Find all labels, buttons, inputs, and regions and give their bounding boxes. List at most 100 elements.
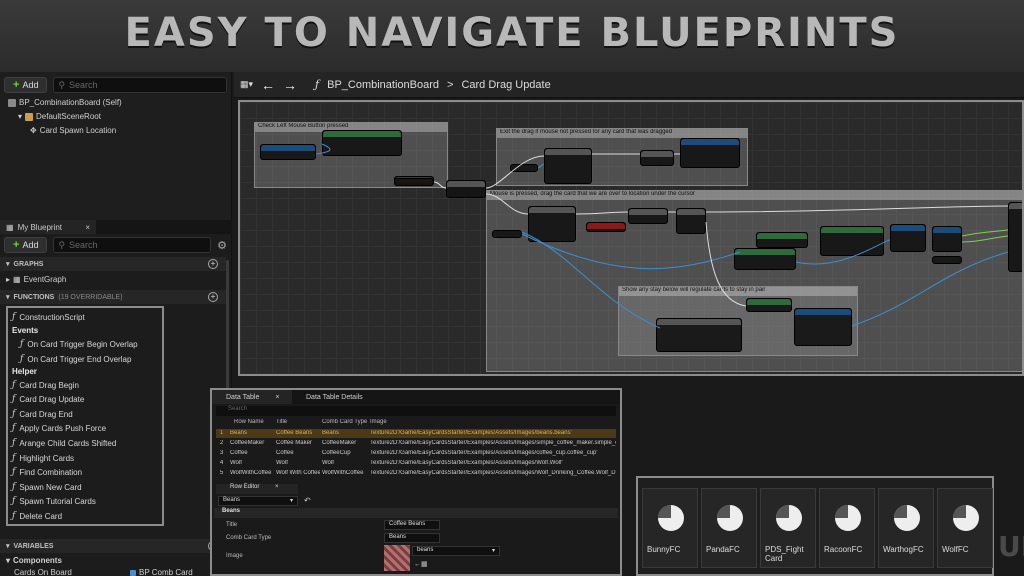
column-header[interactable]: Comb Card Type bbox=[322, 419, 367, 425]
forward-arrow-icon[interactable]: → bbox=[283, 77, 297, 93]
tab-label: Data Table bbox=[226, 393, 260, 401]
cards-panel: BunnyFC PandaFC PDS_Fight Card RacoonFC … bbox=[636, 476, 994, 576]
row-section-header[interactable]: Beans bbox=[214, 508, 618, 518]
close-icon[interactable]: × bbox=[85, 223, 90, 232]
table-header: Row Name Title Comb Card Type Image bbox=[216, 418, 616, 427]
tab-data-table-details[interactable]: Data Table Details bbox=[292, 390, 412, 404]
mybp-toolbar: + Add ⚲ Search ⚙ bbox=[4, 236, 227, 254]
variables-section[interactable]: ▾ VARIABLES + bbox=[0, 539, 226, 553]
function-event-0[interactable]: ƒ On Card Trigger Begin Overlap bbox=[20, 339, 138, 349]
function-helper-5[interactable]: ƒ Highlight Cards bbox=[12, 453, 74, 463]
card-asset[interactable]: PandaFC bbox=[701, 488, 757, 568]
function-icon: ƒ bbox=[12, 394, 16, 404]
tree-item-card-spawn[interactable]: ✥ Card Spawn Location bbox=[30, 126, 116, 135]
tab-my-blueprint[interactable]: ▦ My Blueprint × bbox=[0, 220, 96, 234]
column-header[interactable]: Row Name bbox=[234, 419, 264, 425]
table-row[interactable]: 2 CoffeeMaker Coffee Maker CoffeeMaker T… bbox=[216, 439, 616, 448]
add-graph-icon[interactable]: + bbox=[208, 259, 218, 269]
row-index: 3 bbox=[220, 450, 224, 456]
back-arrow-icon[interactable]: ← bbox=[261, 77, 275, 93]
card-asset[interactable]: WolfFC bbox=[937, 488, 993, 568]
table-row[interactable]: 5 WolfWithCoffee Wolf With Coffee WolfWi… bbox=[216, 469, 616, 478]
close-icon[interactable]: × bbox=[275, 484, 279, 490]
function-icon: ƒ bbox=[12, 482, 16, 492]
row-image: Texture2D'/Game/EasyCardsStarter/Example… bbox=[370, 470, 616, 476]
row-selector-value: Beans bbox=[223, 497, 241, 503]
functions-overridable: (19 OVERRIDABLE) bbox=[58, 293, 123, 301]
pie-icon bbox=[894, 505, 920, 531]
card-asset[interactable]: WarthogFC bbox=[878, 488, 934, 568]
functions-section[interactable]: ▾ FUNCTIONS (19 OVERRIDABLE) + bbox=[0, 290, 226, 304]
components-category[interactable]: ▾ Components bbox=[6, 556, 62, 565]
table-row[interactable]: 3 Coffee Coffee CoffeeCup Texture2D'/Gam… bbox=[216, 449, 616, 458]
chevron-down-icon: ▾ bbox=[289, 498, 293, 504]
function-helper-8[interactable]: ƒ Spawn Tutorial Cards bbox=[12, 496, 96, 506]
add-function-icon[interactable]: + bbox=[208, 292, 218, 302]
scene-root-icon bbox=[25, 112, 34, 121]
browse-icon[interactable]: ←▦ bbox=[414, 560, 428, 568]
function-label: ConstructionScript bbox=[19, 312, 85, 322]
mybp-search[interactable]: ⚲ Search bbox=[53, 237, 212, 253]
data-table-search[interactable]: Search bbox=[216, 406, 616, 416]
column-header[interactable]: Title bbox=[276, 419, 287, 425]
card-asset[interactable]: BunnyFC bbox=[642, 488, 698, 568]
gear-icon[interactable]: ⚙ bbox=[217, 239, 227, 252]
row-section-label: Beans bbox=[222, 508, 241, 514]
function-icon: ƒ bbox=[12, 423, 16, 433]
image-asset-value: beans bbox=[417, 547, 434, 553]
tab-label: My Blueprint bbox=[17, 222, 63, 232]
reset-icon[interactable]: ↶ bbox=[304, 496, 311, 505]
row-type: CoffeeCup bbox=[322, 450, 351, 456]
function-helper-0[interactable]: ƒ Card Drag Begin bbox=[12, 380, 79, 390]
graphs-section[interactable]: ▾ GRAPHS + bbox=[0, 257, 226, 271]
function-event-1[interactable]: ƒ On Card Trigger End Overlap bbox=[20, 354, 131, 364]
image-asset-picker[interactable]: beans ▾ bbox=[412, 546, 500, 556]
blueprint-graph[interactable]: Check Left Mouse Button pressed Exit the… bbox=[238, 100, 1024, 376]
function-helper-2[interactable]: ƒ Card Drag End bbox=[12, 409, 73, 419]
table-row[interactable]: 4 Wolf Wolf Wolf Texture2D'/Game/EasyCar… bbox=[216, 459, 616, 468]
components-panel: + Add ⚲ Search BP_CombinationBoard (Self… bbox=[0, 72, 232, 220]
function-icon: ƒ bbox=[12, 409, 16, 419]
event-graph-item[interactable]: ▸ ▦ EventGraph bbox=[6, 275, 66, 284]
breadcrumb-root[interactable]: BP_CombinationBoard bbox=[327, 79, 439, 91]
tab-data-table[interactable]: Data Table × bbox=[212, 390, 292, 404]
components-search[interactable]: ⚲ Search bbox=[53, 77, 227, 93]
function-construction-script[interactable]: ƒ ConstructionScript bbox=[12, 312, 85, 322]
graph-menu-icon[interactable]: ▦▾ bbox=[240, 79, 253, 90]
function-icon: ƒ bbox=[315, 78, 320, 91]
tree-label: DefaultSceneRoot bbox=[36, 112, 101, 121]
pie-icon bbox=[717, 505, 743, 531]
close-icon[interactable]: × bbox=[275, 394, 279, 401]
breadcrumb-current[interactable]: Card Drag Update bbox=[461, 79, 550, 91]
variable-type: BP Comb Card bbox=[130, 568, 193, 576]
add-member-button[interactable]: + Add bbox=[4, 237, 48, 253]
add-label: Add bbox=[22, 240, 39, 250]
add-component-button[interactable]: + Add bbox=[4, 77, 48, 93]
column-header[interactable]: Image bbox=[370, 419, 387, 425]
data-table-panel: Data Table × Data Table Details Search R… bbox=[210, 388, 622, 576]
function-helper-6[interactable]: ƒ Find Combination bbox=[12, 467, 82, 477]
variable-cards-on-board[interactable]: Cards On Board bbox=[14, 568, 72, 576]
row-selector-dropdown[interactable]: Beans ▾ bbox=[218, 496, 298, 506]
title-label: Title bbox=[226, 522, 238, 528]
function-helper-1[interactable]: ƒ Card Drag Update bbox=[12, 394, 84, 404]
comb-card-type-select[interactable]: Beans bbox=[384, 533, 440, 543]
function-icon: ƒ bbox=[20, 354, 24, 364]
table-row[interactable]: 1 Beans Coffee Beans Beans Texture2D'/Ga… bbox=[216, 429, 616, 438]
banner: EASY TO NAVIGATE BLUEPRINTS bbox=[0, 0, 1024, 72]
title-field[interactable]: Coffee Beans bbox=[384, 520, 440, 530]
function-helper-7[interactable]: ƒ Spawn New Card bbox=[12, 482, 82, 492]
function-helper-3[interactable]: ƒ Apply Cards Push Force bbox=[12, 423, 106, 433]
card-asset[interactable]: PDS_Fight Card bbox=[760, 488, 816, 568]
image-thumbnail bbox=[384, 545, 410, 571]
tree-item-self[interactable]: BP_CombinationBoard (Self) bbox=[8, 98, 122, 107]
tab-row-editor[interactable]: Row Editor × bbox=[216, 484, 298, 494]
function-helper-9[interactable]: ƒ Delete Card bbox=[12, 511, 62, 521]
function-label: Find Combination bbox=[19, 467, 83, 477]
card-asset[interactable]: RacoonFC bbox=[819, 488, 875, 568]
function-label: Card Drag Update bbox=[19, 394, 85, 404]
chevron-down-icon: ▾ bbox=[491, 548, 495, 554]
image-label: Image bbox=[226, 553, 243, 559]
tree-item-root[interactable]: ▾ DefaultSceneRoot bbox=[18, 112, 101, 121]
function-helper-4[interactable]: ƒ Arange Child Cards Shifted bbox=[12, 438, 116, 448]
